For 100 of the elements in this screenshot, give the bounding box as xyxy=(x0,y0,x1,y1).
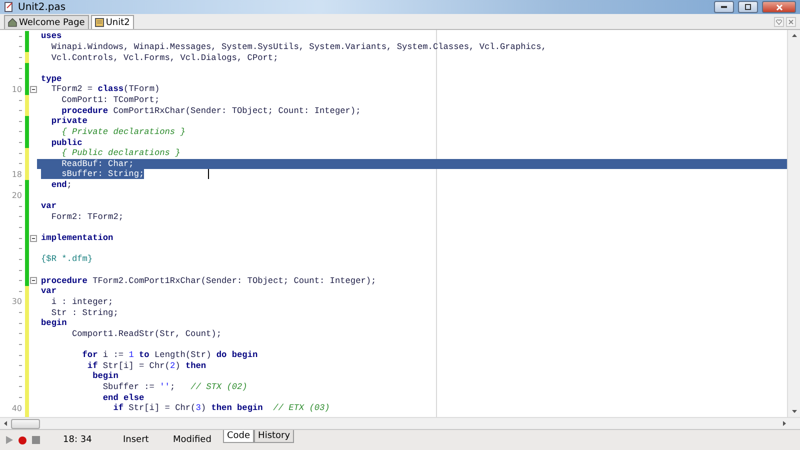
line-tick xyxy=(19,365,22,366)
window-title: Unit2.pas xyxy=(18,2,67,12)
code-text: 3 xyxy=(196,403,201,414)
line-tick xyxy=(19,142,22,144)
line-tick xyxy=(19,397,22,398)
line-tick xyxy=(19,227,22,228)
code-text: sBuffer: String; xyxy=(41,169,144,180)
right-arrow-icon[interactable] xyxy=(783,421,786,426)
code-text: to xyxy=(138,350,150,360)
line-number: 18 xyxy=(10,170,22,179)
code-text: begin xyxy=(41,318,67,328)
view-tab[interactable]: Code xyxy=(223,430,254,443)
code-text: implementation xyxy=(41,233,114,244)
code-text: // ETX (03) xyxy=(272,403,330,414)
code-text: Comport1.ReadStr(Str, Count); xyxy=(70,328,222,339)
code-text: var xyxy=(41,201,56,212)
code-text: {$R *.dfm} xyxy=(41,254,93,264)
line-number: 30 xyxy=(10,297,22,306)
line-number: 20 xyxy=(10,191,22,200)
code-text: 1 xyxy=(128,350,134,360)
code-text: 2 xyxy=(170,360,176,371)
house-icon xyxy=(8,18,17,27)
maximize-icon xyxy=(745,4,751,10)
code-text: end else xyxy=(102,392,144,403)
code-text: i : integer; xyxy=(50,296,114,307)
cursor-position: 18: 34 xyxy=(62,435,93,445)
code-text: if xyxy=(112,403,124,414)
heart-icon xyxy=(776,18,782,24)
line-tick xyxy=(19,57,22,58)
stop-button[interactable] xyxy=(30,434,41,446)
code-text: begin xyxy=(92,371,118,382)
left-arrow-icon[interactable] xyxy=(4,421,7,426)
code-text: ComPort1: TComPort; xyxy=(60,95,160,106)
code-text: { Private declarations } xyxy=(60,126,186,137)
line-tick xyxy=(19,290,22,292)
close-button[interactable] xyxy=(762,1,796,13)
fold-icon[interactable] xyxy=(30,86,36,93)
line-tick xyxy=(19,258,22,260)
code-text: { Public declarations } xyxy=(60,148,180,158)
code-text: do begin xyxy=(216,350,258,360)
line-tick xyxy=(19,312,22,314)
modified-status: Modified xyxy=(172,435,212,445)
code-text: // STX (02) xyxy=(190,382,248,392)
line-tick xyxy=(19,376,22,377)
line-tick xyxy=(19,344,22,345)
line-tick xyxy=(19,110,22,112)
code-text: ComPort1RxChar(Sender: TObject; Count: Integer); xyxy=(112,106,361,116)
code-text: ) xyxy=(200,403,208,414)
fold-icon[interactable] xyxy=(30,234,36,242)
code-text: Str[i] = Chr( xyxy=(128,403,196,414)
scrollbar-thumb[interactable] xyxy=(11,418,40,428)
document-icon xyxy=(4,2,14,12)
code-text: procedure xyxy=(60,106,108,116)
code-text: public xyxy=(50,138,82,148)
editor-tab[interactable]: Unit2 xyxy=(90,15,134,29)
record-button[interactable] xyxy=(17,434,28,446)
code-text: Str[i] = Chr( xyxy=(102,360,170,371)
code-text: procedure xyxy=(41,276,88,286)
vertical-scrollbar[interactable] xyxy=(787,30,800,417)
code-text: uses xyxy=(41,31,62,42)
code-text: Str : String; xyxy=(50,308,118,318)
code-text: if xyxy=(86,360,98,371)
code-text: (TForm) xyxy=(124,84,160,94)
code-text: Vcl.Controls, Vcl.Forms, Vcl.Dialogs, CPort; xyxy=(50,52,278,63)
code-text: for xyxy=(81,350,98,360)
minimize-icon xyxy=(721,6,727,8)
line-tick xyxy=(19,280,22,282)
line-tick xyxy=(19,206,22,207)
line-tick xyxy=(19,36,22,37)
code-text: Winapi.Windows, Winapi.Messages, System.SysUtils, System.Variants, System.Classes, Vcl.Graphics, xyxy=(50,42,546,52)
code-text: '' xyxy=(160,382,170,392)
code-text: Form2: TForm2; xyxy=(50,212,124,222)
line-number: 40 xyxy=(10,404,22,413)
code-text: TForm2.ComPort1RxChar(Sender: TObject; Count: Integer); xyxy=(92,276,376,286)
code-text: i := xyxy=(102,350,125,360)
document-icon xyxy=(94,18,104,27)
minimize-button[interactable] xyxy=(714,1,734,13)
down-arrow-icon[interactable] xyxy=(792,410,796,413)
view-tab[interactable]: History xyxy=(254,430,294,443)
code-text: Sbuffer := xyxy=(102,382,156,392)
code-text: ; xyxy=(170,382,176,392)
code-text: ; xyxy=(66,180,72,190)
line-number: 10 xyxy=(10,84,22,94)
heart-button[interactable] xyxy=(774,16,784,26)
close-tab-button[interactable] xyxy=(786,16,796,26)
code-text: end xyxy=(50,180,67,190)
editor-tab[interactable]: Welcome Page xyxy=(4,15,89,29)
line-tick xyxy=(19,120,22,122)
insert-mode: Insert xyxy=(122,435,150,445)
stop-icon xyxy=(32,436,40,444)
code-text: var xyxy=(41,286,56,296)
code-text: type xyxy=(41,74,62,84)
code-text: private xyxy=(50,116,88,126)
code-text: then xyxy=(185,360,206,371)
maximize-button[interactable] xyxy=(738,1,758,13)
fold-icon[interactable] xyxy=(30,277,36,284)
up-arrow-icon[interactable] xyxy=(792,34,796,37)
code-text: then begin xyxy=(211,403,263,414)
code-text: ) xyxy=(175,360,182,371)
code-text: TForm2 = xyxy=(50,84,94,94)
